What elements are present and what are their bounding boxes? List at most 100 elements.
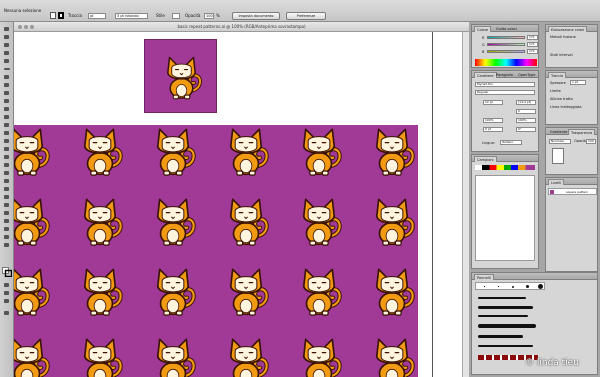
stroke-limit-label: Limite (550, 89, 561, 93)
screen-mode-icon[interactable] (3, 310, 11, 316)
blob-brush-tool-icon[interactable] (3, 98, 11, 104)
horizontal-scale-field[interactable]: 100% (483, 118, 503, 123)
type-tool-icon[interactable] (3, 58, 11, 64)
channel-b-slider[interactable] (487, 50, 525, 53)
brush-stroke-5[interactable] (478, 335, 523, 338)
tracking-field[interactable]: 0 (516, 109, 536, 114)
crop-area-tool-icon[interactable] (3, 210, 11, 216)
tab-brushes[interactable]: Pennelli (474, 274, 494, 280)
mesh-tool-icon[interactable] (3, 162, 11, 168)
layer-row[interactable]: square pattern (548, 188, 597, 195)
tools-panel (0, 22, 14, 377)
hand-tool-icon[interactable] (3, 234, 11, 240)
pattern-cat (303, 128, 342, 176)
fill-swatch[interactable] (50, 12, 56, 19)
tab-layers[interactable]: Livelli (548, 179, 565, 185)
channel-g-slider[interactable] (487, 43, 525, 46)
scissors-tool-icon[interactable] (3, 226, 11, 232)
brush-stroke-6[interactable] (478, 345, 533, 347)
blend-mode-select[interactable]: Normale (549, 139, 571, 144)
brush-stroke-2[interactable] (478, 306, 533, 309)
channel-r-slider[interactable] (487, 36, 525, 39)
eraser-tool-icon[interactable] (3, 106, 11, 112)
color-mode-icon[interactable] (3, 282, 11, 288)
vertical-scrollbar[interactable] (462, 32, 469, 377)
character-panel: Carattere Paragrafo OpenType Myriad Pro … (471, 70, 539, 152)
layers-panel: Livelli square pattern (545, 177, 598, 272)
canvas-area[interactable] (14, 32, 469, 377)
brush-stroke-4[interactable] (478, 324, 536, 328)
live-paint-tool-icon[interactable] (3, 194, 11, 200)
dashed-line-label[interactable]: Linea tratteggiata (550, 105, 581, 109)
swatch-row[interactable] (475, 165, 535, 170)
stroke-swatch[interactable] (58, 12, 64, 19)
leading-field[interactable]: (14,4 pt) (516, 100, 536, 105)
font-style-select[interactable]: Regular (475, 90, 535, 95)
live-paint-selection-tool-icon[interactable] (3, 202, 11, 208)
swatches-panel-tabs: Campioni (472, 155, 538, 162)
eyedropper-tool-icon[interactable] (3, 178, 11, 184)
tab-opentype[interactable]: OpenType (516, 72, 537, 78)
object-thumbnail[interactable] (552, 148, 564, 164)
slice-tool-icon[interactable] (3, 218, 11, 224)
style-picker[interactable] (172, 13, 180, 19)
channel-g-field[interactable]: 171 (527, 42, 538, 47)
column-graph-tool-icon[interactable] (3, 154, 11, 160)
channel-b-field[interactable]: 171 (527, 49, 538, 54)
calligraphic-brush-row[interactable] (475, 282, 545, 290)
transparency-panel-tabs: Gradiente Trasparenza (546, 128, 597, 135)
tab-gradient[interactable]: Gradiente (548, 129, 569, 135)
preferences-button[interactable]: Preferenze (286, 12, 326, 20)
free-transform-tool-icon[interactable] (3, 138, 11, 144)
warp-tool-icon[interactable] (3, 130, 11, 136)
baseline-shift-field[interactable]: 0 pt (483, 127, 503, 132)
tab-swatches[interactable]: Campioni (474, 156, 497, 162)
blend-tool-icon[interactable] (3, 186, 11, 192)
opacity-unit: % (216, 13, 220, 18)
tab-color-guide[interactable]: Guida colori (494, 26, 519, 32)
magic-wand-tool-icon[interactable] (3, 42, 11, 48)
stroke-weight-input[interactable]: 1 pt (570, 80, 586, 85)
tab-color-editing[interactable]: Elaborazione colori (548, 26, 588, 32)
brush-stroke-3[interactable] (478, 315, 528, 317)
cat-motif (167, 56, 202, 100)
none-mode-icon[interactable] (3, 298, 11, 304)
line-tool-icon[interactable] (3, 66, 11, 72)
scale-tool-icon[interactable] (3, 122, 11, 128)
rectangle-tool-icon[interactable] (3, 74, 11, 80)
tab-paragraph[interactable]: Paragrafo (494, 72, 515, 78)
font-family-select[interactable]: Myriad Pro (475, 82, 535, 87)
pen-tool-icon[interactable] (3, 50, 11, 56)
pencil-tool-icon[interactable] (3, 90, 11, 96)
tab-transparency[interactable]: Trasparenza (568, 129, 596, 135)
direct-selection-tool-icon[interactable] (3, 34, 11, 40)
pattern-fill[interactable] (14, 125, 418, 377)
gradient-tool-icon[interactable] (3, 170, 11, 176)
transparency-opacity-field[interactable]: 100 (586, 139, 596, 144)
color-spectrum[interactable] (475, 59, 537, 66)
font-size-field[interactable]: 12 pt (483, 100, 503, 105)
color-panel: Colore Guida colori R 171 G 171 B 171 (471, 24, 539, 68)
brush-definition-field[interactable]: 3 pt rotondo (115, 13, 148, 19)
rotate-tool-icon[interactable] (3, 114, 11, 120)
language-select[interactable]: Italiano (500, 140, 522, 145)
tab-stroke[interactable]: Traccia (548, 72, 567, 78)
channel-r-field[interactable]: 171 (527, 35, 538, 40)
fill-stroke-swatches[interactable] (2, 267, 12, 277)
stroke-weight-field[interactable]: pt (88, 13, 106, 19)
document-setup-button[interactable]: Imposta documento (232, 12, 280, 20)
selection-tool-icon[interactable] (3, 26, 11, 32)
pattern-tile[interactable] (144, 39, 217, 113)
gradient-mode-icon[interactable] (3, 290, 11, 296)
swatch-list[interactable] (475, 175, 535, 261)
brush-stroke-1[interactable] (478, 297, 526, 299)
vertical-scale-field[interactable]: 100% (516, 118, 536, 123)
opacity-field[interactable]: 100 (204, 13, 214, 19)
zoom-tool-icon[interactable] (3, 242, 11, 248)
pattern-cat (157, 268, 196, 316)
paintbrush-tool-icon[interactable] (3, 82, 11, 88)
pattern-cat (157, 338, 196, 377)
tab-color[interactable]: Colore (474, 26, 492, 32)
character-rotation-field[interactable]: 0° (516, 127, 536, 132)
symbol-sprayer-tool-icon[interactable] (3, 146, 11, 152)
